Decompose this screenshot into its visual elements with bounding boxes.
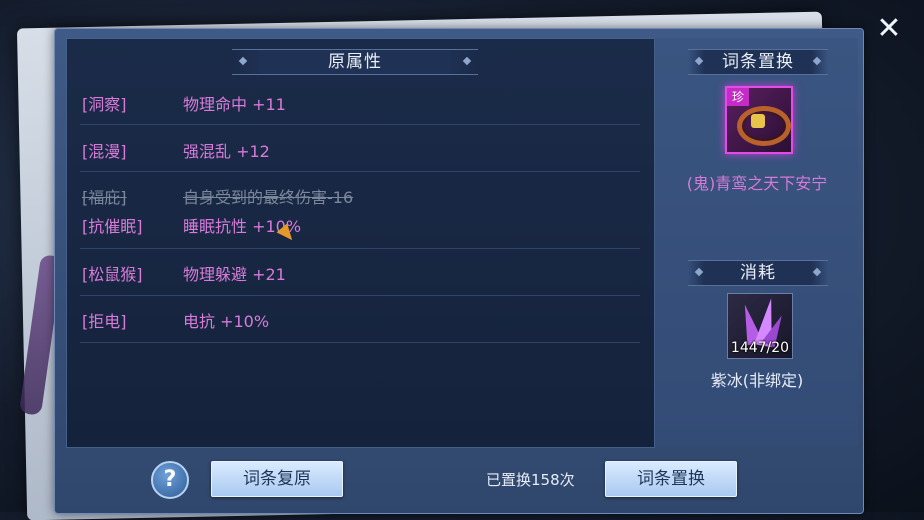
attribute-tag-old: [福庇] [82,188,127,207]
attribute-row[interactable]: [拒电] 电抗 +10% [80,296,640,343]
attribute-value: 电抗 +10% [183,312,270,331]
attribute-tag-new: [抗催眠] [82,217,143,236]
rarity-badge: 珍 [727,88,749,106]
equipment-slot[interactable]: 珍 [725,86,793,154]
attribute-row[interactable]: [松鼠猴] 物理躲避 +21 [80,249,640,296]
belt-gem-icon [751,114,765,128]
swap-header: 词条置换 [688,49,828,75]
restore-button[interactable]: 词条复原 [211,461,343,497]
item-name: (鬼)青鸾之天下安宁 [686,174,828,193]
help-button[interactable]: ? [151,461,189,499]
attribute-value-old: 自身受到的最终伤害-16 [183,188,354,207]
swap-button[interactable]: 词条置换 [605,461,737,497]
attribute-value: 物理躲避 +21 [183,265,286,284]
attribute-value: 物理命中 +11 [183,95,286,114]
material-slot[interactable]: 1447/20 [727,293,793,359]
close-icon[interactable]: ✕ [874,14,904,44]
attribute-row[interactable]: [混漫] 强混乱 +12 [80,125,640,172]
material-name: 紫冰(非绑定) [710,371,804,390]
attribute-tag: [拒电] [82,312,127,331]
swap-count-text: 已置换158次 [486,471,575,489]
attribute-tag: [松鼠猴] [82,265,143,284]
attribute-row[interactable]: [洞察] 物理命中 +11 [80,78,640,125]
panel-header: 原属性 [232,49,478,75]
consume-header: 消耗 [688,260,828,286]
attribute-row[interactable]: [福庇] 自身受到的最终伤害-16 [抗催眠] 睡眠抗性 +10% [80,172,640,249]
attribute-tag: [混漫] [82,142,127,161]
attribute-tag: [洞察] [82,95,127,114]
attribute-value: 强混乱 +12 [183,142,270,161]
material-count: 1447/20 [730,340,790,356]
